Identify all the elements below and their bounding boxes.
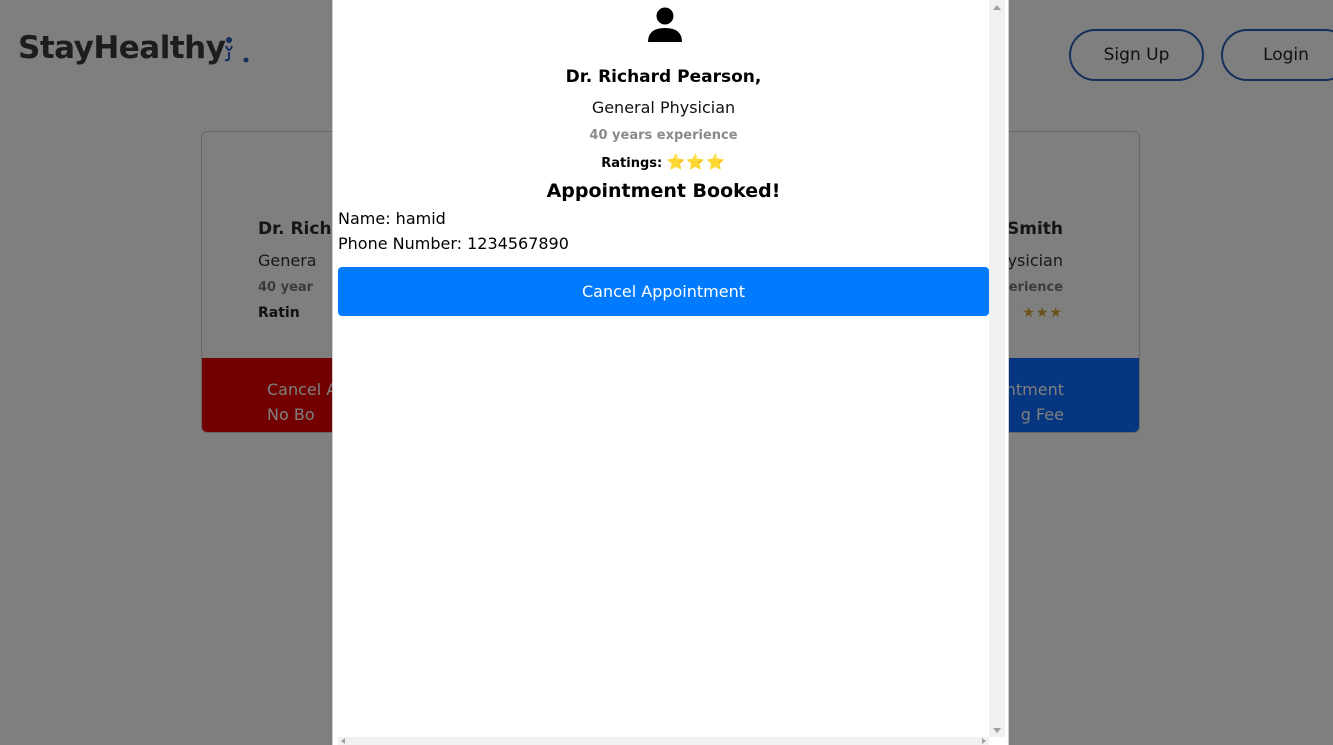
vertical-scrollbar[interactable] xyxy=(989,0,1005,737)
scroll-right-icon[interactable] xyxy=(982,738,986,744)
rating-stars-icon: ⭐⭐⭐ xyxy=(666,153,726,171)
appointment-modal: Dr. Richard Pearson, General Physician 4… xyxy=(332,0,1009,745)
rating-label: Ratings: xyxy=(601,156,663,171)
cancel-appointment-button[interactable]: Cancel Appointment xyxy=(338,267,989,316)
user-avatar-icon xyxy=(648,7,682,42)
doctor-experience: 40 years experience xyxy=(589,128,738,143)
booking-confirmation-title: Appointment Booked! xyxy=(546,180,781,202)
scroll-up-icon[interactable] xyxy=(993,5,1001,10)
horizontal-scrollbar[interactable] xyxy=(338,737,989,745)
scroll-down-icon[interactable] xyxy=(993,728,1001,733)
doctor-rating: Ratings: ⭐⭐⭐ xyxy=(338,153,989,171)
doctor-speciality: General Physician xyxy=(591,98,736,117)
doctor-name: Dr. Richard Pearson, xyxy=(565,67,762,87)
patient-name: Name: hamid xyxy=(338,209,446,228)
patient-phone: Phone Number: 1234567890 xyxy=(338,234,569,253)
modal-content: Dr. Richard Pearson, General Physician 4… xyxy=(338,0,989,737)
scroll-left-icon[interactable] xyxy=(341,738,345,744)
